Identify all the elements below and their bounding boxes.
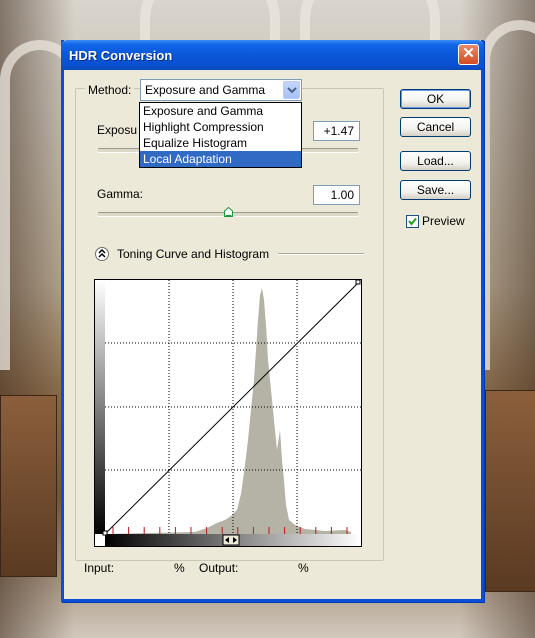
gamma-input[interactable]: 1.00 <box>313 185 360 205</box>
method-option[interactable]: Exposure and Gamma <box>140 103 301 119</box>
exposure-input[interactable]: +1.47 <box>313 121 360 141</box>
dialog-title: HDR Conversion <box>69 48 173 63</box>
method-option-highlighted[interactable]: Local Adaptation <box>140 151 301 167</box>
gamma-slider-thumb[interactable] <box>224 207 233 217</box>
load-button[interactable]: Load... <box>400 151 471 171</box>
toning-collapse-toggle[interactable] <box>95 247 109 261</box>
exposure-label: Exposu <box>97 123 138 137</box>
method-label: Method: <box>85 83 135 97</box>
cancel-button[interactable]: Cancel <box>400 117 471 137</box>
method-dropdown-list: Exposure and Gamma Highlight Compression… <box>139 102 302 168</box>
output-gradient-bar <box>95 280 105 534</box>
chevron-down-icon <box>287 87 297 94</box>
gamma-label: Gamma: <box>97 187 144 201</box>
curve-point-end[interactable] <box>355 280 361 285</box>
curve-point-start[interactable] <box>102 530 108 536</box>
output-readout-label: Output: <box>199 561 239 575</box>
input-readout-label: Input: <box>84 561 115 575</box>
toning-curve-graph[interactable] <box>95 280 361 546</box>
dropdown-arrow-button[interactable] <box>283 81 300 99</box>
method-option[interactable]: Equalize Histogram <box>140 135 301 151</box>
input-readout-unit: % <box>174 561 185 575</box>
checkmark-icon <box>408 217 417 226</box>
output-readout-unit: % <box>298 561 309 575</box>
method-selected-value: Exposure and Gamma <box>145 83 266 97</box>
title-bar[interactable]: HDR Conversion ✕ <box>61 40 484 70</box>
method-select[interactable]: Exposure and Gamma <box>140 79 302 101</box>
close-icon: ✕ <box>462 45 475 62</box>
save-button[interactable]: Save... <box>400 180 471 200</box>
close-button[interactable]: ✕ <box>458 44 479 65</box>
ok-button[interactable]: OK <box>400 89 471 109</box>
toning-section-title: Toning Curve and Histogram <box>117 247 270 261</box>
toning-curve-editor[interactable] <box>94 279 362 547</box>
chevron-up-icon <box>98 249 106 258</box>
preview-checkbox[interactable] <box>406 215 419 228</box>
section-divider <box>278 253 364 255</box>
method-option[interactable]: Highlight Compression <box>140 119 301 135</box>
toning-curve-line[interactable] <box>104 281 360 535</box>
preview-label: Preview <box>422 214 465 228</box>
